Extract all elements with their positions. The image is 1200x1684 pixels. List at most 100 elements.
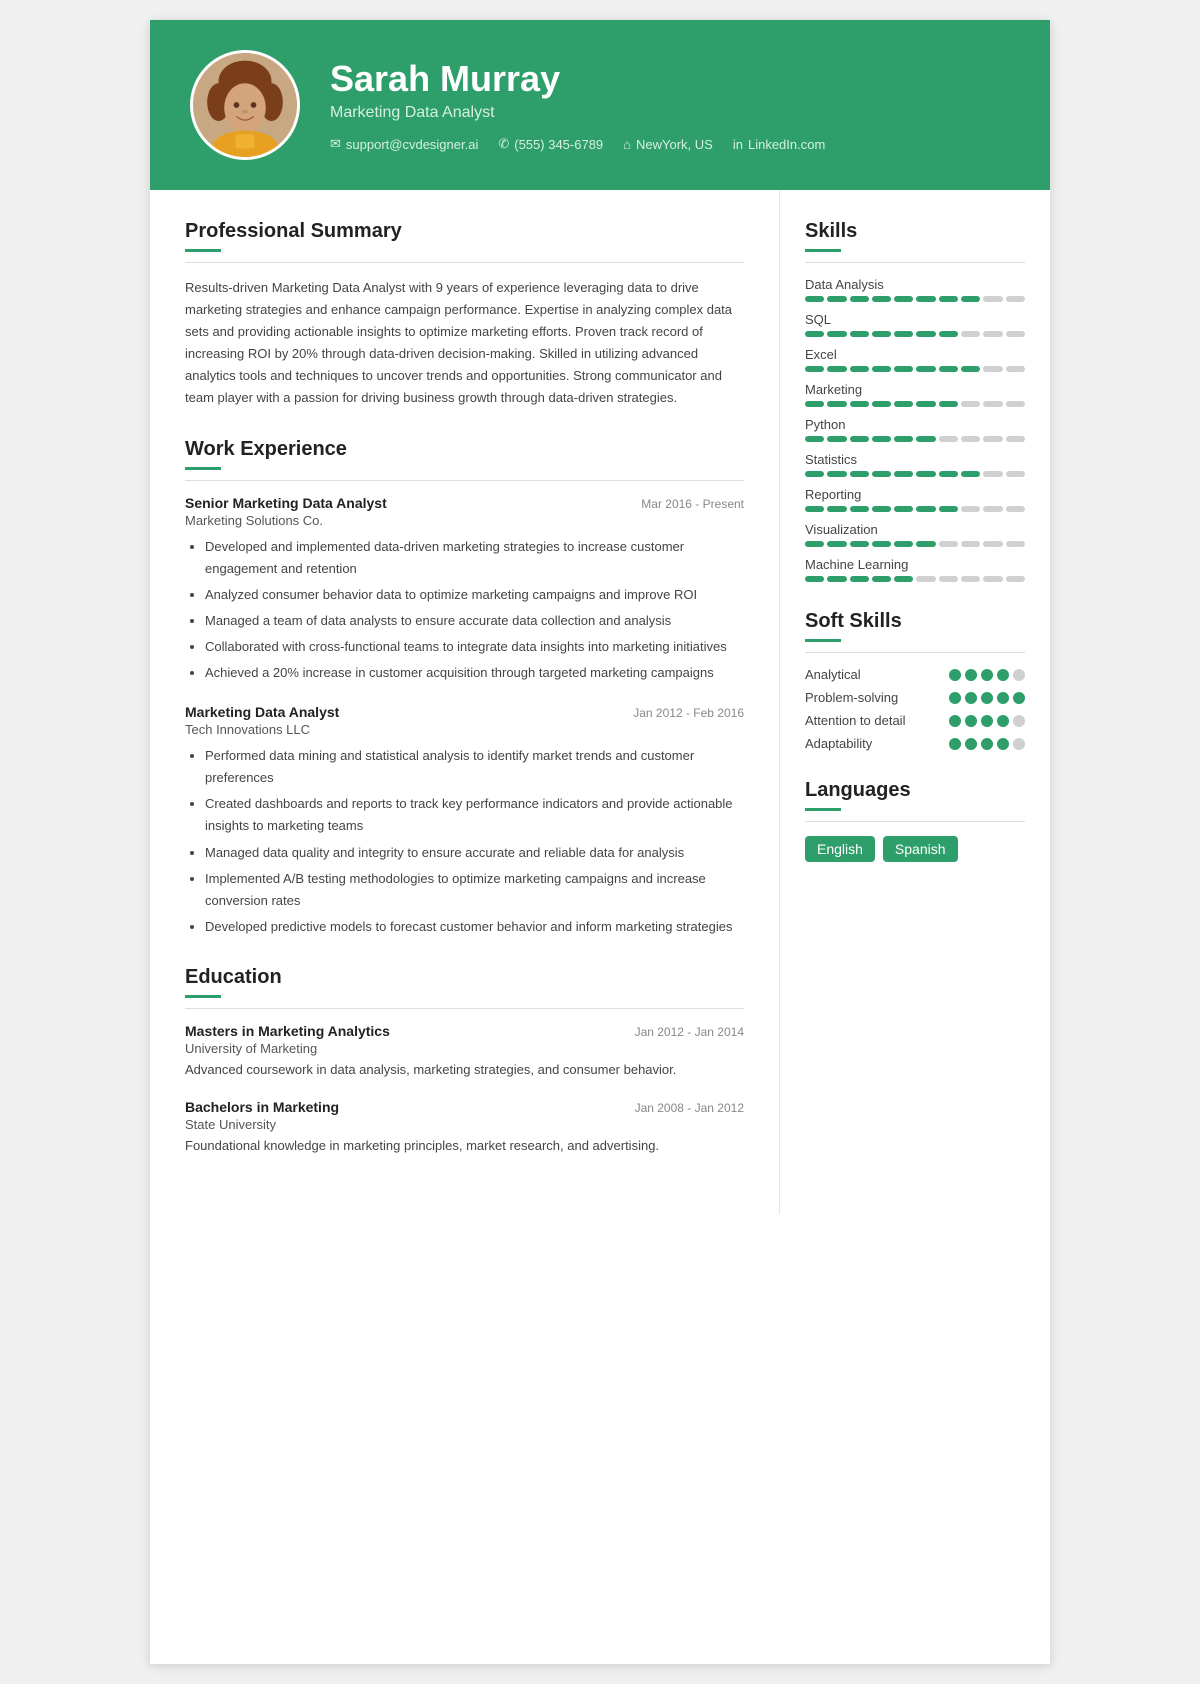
skill-segment-7-6 — [939, 541, 958, 547]
skill-segment-6-8 — [983, 506, 1002, 512]
skill-segment-0-4 — [894, 296, 913, 302]
skill-segment-6-4 — [894, 506, 913, 512]
skill-bar-8 — [805, 576, 1025, 582]
contact-phone: ✆ (555) 345-6789 — [498, 136, 603, 152]
languages-underline — [805, 808, 841, 811]
skill-segment-4-1 — [827, 436, 846, 442]
skill-segment-5-9 — [1006, 471, 1025, 477]
bullet-1-3: Managed a team of data analysts to ensur… — [205, 610, 744, 632]
skill-bar-3 — [805, 401, 1025, 407]
edu-header-2: Bachelors in Marketing Jan 2008 - Jan 20… — [185, 1099, 744, 1115]
contact-email: ✉ support@cvdesigner.ai — [330, 136, 478, 152]
skill-segment-8-8 — [983, 576, 1002, 582]
bullet-2-1: Performed data mining and statistical an… — [205, 745, 744, 789]
skill-item-4: Python — [805, 417, 1025, 442]
skill-segment-1-7 — [961, 331, 980, 337]
skill-name-7: Visualization — [805, 522, 1025, 537]
skill-segment-5-1 — [827, 471, 846, 477]
skill-segment-1-8 — [983, 331, 1002, 337]
skill-segment-7-7 — [961, 541, 980, 547]
linkedin-icon: in — [733, 137, 743, 152]
soft-skill-dots-3 — [949, 738, 1025, 750]
skill-segment-0-0 — [805, 296, 824, 302]
job-company-1: Marketing Solutions Co. — [185, 513, 744, 528]
skill-name-4: Python — [805, 417, 1025, 432]
dot-0-0 — [949, 669, 961, 681]
dot-1-1 — [965, 692, 977, 704]
skill-segment-3-9 — [1006, 401, 1025, 407]
skill-item-2: Excel — [805, 347, 1025, 372]
skill-segment-0-9 — [1006, 296, 1025, 302]
skill-item-8: Machine Learning — [805, 557, 1025, 582]
dot-0-2 — [981, 669, 993, 681]
skill-segment-8-7 — [961, 576, 980, 582]
skill-name-2: Excel — [805, 347, 1025, 362]
skill-segment-6-0 — [805, 506, 824, 512]
skill-segment-1-5 — [916, 331, 935, 337]
summary-section: Professional Summary Results-driven Mark… — [185, 220, 744, 410]
soft-skills-section: Soft Skills Analytical Problem-solving Att… — [805, 610, 1025, 751]
skill-segment-3-7 — [961, 401, 980, 407]
header-info: Sarah Murray Marketing Data Analyst ✉ su… — [330, 58, 825, 152]
skill-segment-8-4 — [894, 576, 913, 582]
skill-segment-6-3 — [872, 506, 891, 512]
skill-segment-1-9 — [1006, 331, 1025, 337]
skill-segment-3-6 — [939, 401, 958, 407]
skill-bar-5 — [805, 471, 1025, 477]
skill-segment-7-3 — [872, 541, 891, 547]
dot-1-2 — [981, 692, 993, 704]
languages-divider — [805, 821, 1025, 822]
skill-segment-6-7 — [961, 506, 980, 512]
skill-segment-3-8 — [983, 401, 1002, 407]
bullet-2-3: Managed data quality and integrity to en… — [205, 842, 744, 864]
dot-0-3 — [997, 669, 1009, 681]
education-title: Education — [185, 966, 744, 989]
work-experience-section: Work Experience Senior Marketing Data An… — [185, 438, 744, 938]
skill-segment-1-1 — [827, 331, 846, 337]
skill-segment-2-2 — [850, 366, 869, 372]
edu-item-2: Bachelors in Marketing Jan 2008 - Jan 20… — [185, 1099, 744, 1157]
education-section: Education Masters in Marketing Analytics… — [185, 966, 744, 1157]
skill-name-1: SQL — [805, 312, 1025, 327]
skill-segment-3-4 — [894, 401, 913, 407]
languages-section: Languages English Spanish — [805, 779, 1025, 862]
job-date-2: Jan 2012 - Feb 2016 — [633, 706, 744, 720]
edu-date-2: Jan 2008 - Jan 2012 — [635, 1101, 744, 1115]
skill-item-1: SQL — [805, 312, 1025, 337]
bullet-2-4: Implemented A/B testing methodologies to… — [205, 868, 744, 912]
contact-list: ✉ support@cvdesigner.ai ✆ (555) 345-6789… — [330, 136, 825, 152]
dot-2-2 — [981, 715, 993, 727]
skill-segment-7-5 — [916, 541, 935, 547]
dot-3-2 — [981, 738, 993, 750]
edu-school-1: University of Marketing — [185, 1041, 744, 1056]
dot-2-0 — [949, 715, 961, 727]
job-header-2: Marketing Data Analyst Jan 2012 - Feb 20… — [185, 704, 744, 720]
skill-segment-5-3 — [872, 471, 891, 477]
skill-segment-3-1 — [827, 401, 846, 407]
dot-2-4 — [1013, 715, 1025, 727]
skill-segment-7-4 — [894, 541, 913, 547]
bullet-1-5: Achieved a 20% increase in customer acqu… — [205, 662, 744, 684]
language-tags: English Spanish — [805, 836, 1025, 862]
skill-segment-6-5 — [916, 506, 935, 512]
skill-segment-7-8 — [983, 541, 1002, 547]
soft-skill-name-2: Attention to detail — [805, 713, 949, 728]
edu-desc-1: Advanced coursework in data analysis, ma… — [185, 1060, 744, 1081]
avatar — [190, 50, 300, 160]
skills-section: Skills Data AnalysisSQLExcelMarketingPyt… — [805, 220, 1025, 582]
lang-spanish: Spanish — [883, 836, 958, 862]
soft-skill-item-1: Problem-solving — [805, 690, 1025, 705]
skill-segment-8-0 — [805, 576, 824, 582]
edu-header-1: Masters in Marketing Analytics Jan 2012 … — [185, 1023, 744, 1039]
skill-segment-0-3 — [872, 296, 891, 302]
skill-segment-2-4 — [894, 366, 913, 372]
summary-title: Professional Summary — [185, 220, 744, 243]
soft-skills-title: Soft Skills — [805, 610, 1025, 633]
bullet-2-5: Developed predictive models to forecast … — [205, 916, 744, 938]
dot-3-1 — [965, 738, 977, 750]
skill-name-0: Data Analysis — [805, 277, 1025, 292]
skill-segment-5-8 — [983, 471, 1002, 477]
soft-skill-name-0: Analytical — [805, 667, 949, 682]
skill-segment-7-1 — [827, 541, 846, 547]
skill-segment-2-5 — [916, 366, 935, 372]
